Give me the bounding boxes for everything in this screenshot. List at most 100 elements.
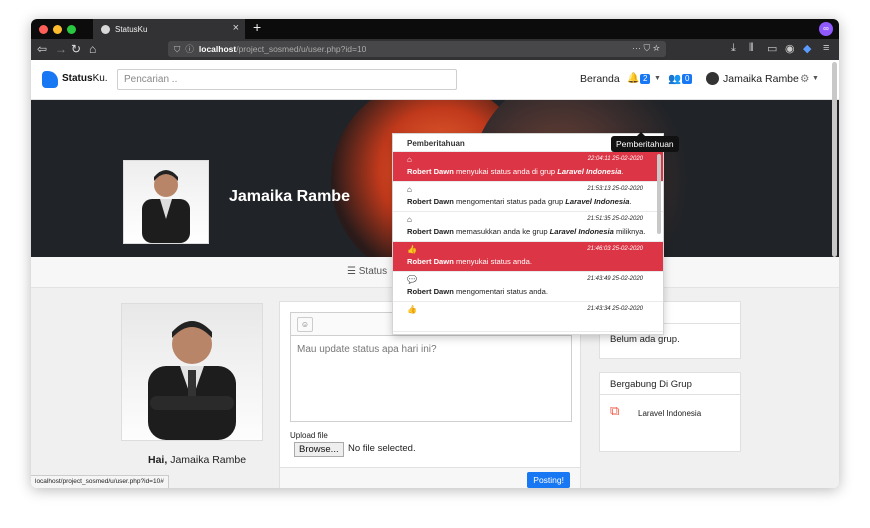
dropdown-scrollbar[interactable] xyxy=(657,154,661,234)
notification-time: 21:46:03 25-02-2020 xyxy=(587,246,643,252)
forward-icon[interactable]: → xyxy=(55,42,67,56)
notification-item[interactable]: 👍 21:46:03 25-02-2020 Robert Dawn menyukai… xyxy=(393,242,663,272)
downloads-icon[interactable]: ⤓ xyxy=(731,42,736,55)
group-list-item[interactable]: ⧉ Laravel Indonesia xyxy=(600,395,740,418)
notification-text: menyukai status anda di grup xyxy=(453,167,558,176)
tab-close-icon[interactable]: × xyxy=(233,22,239,34)
notification-item[interactable]: ⌂ 21:53:13 25-02-2020 Robert Dawn mengomen… xyxy=(393,182,663,212)
notification-message: Robert Dawn menyukai status anda di grup… xyxy=(407,167,624,176)
notification-actor: Robert Dawn xyxy=(407,257,454,266)
notification-message: Robert Dawn menyukai status anda. xyxy=(407,257,532,266)
notification-time: 21:43:34 25-02-2020 xyxy=(587,306,643,312)
friend-request-badge[interactable]: 0 xyxy=(682,74,693,84)
info-icon: ⓘ xyxy=(185,44,194,54)
file-status-text: No file selected. xyxy=(348,443,416,454)
home-icon[interactable]: ⌂ xyxy=(89,42,96,56)
notification-actor: Robert Dawn xyxy=(407,227,454,236)
notification-tail: . xyxy=(629,197,632,206)
status-placeholder: Mau update status apa hari ini? xyxy=(297,344,437,355)
tab-title: StatusKu xyxy=(115,24,148,34)
page-actions-icon[interactable]: ··· ⛉ ☆ xyxy=(632,43,660,54)
nav-beranda-link[interactable]: Beranda xyxy=(580,73,620,85)
account-icon[interactable]: ◉ xyxy=(785,42,795,55)
list-icon: ☰ xyxy=(347,266,359,277)
url-host: localhost xyxy=(198,44,237,54)
notification-group: Laravel Indonesia xyxy=(565,197,630,206)
browser-tab[interactable]: StatusKu × xyxy=(93,19,245,39)
notification-dropdown: Pemberitahuan ⌂ 22:04:11 25-02-2020 Robert… xyxy=(392,133,664,335)
minimize-window-icon[interactable] xyxy=(53,25,62,34)
tab-favicon-icon xyxy=(101,24,110,34)
greeting-text: Hai, Jamaika Rambe xyxy=(148,454,247,466)
profile-photo[interactable] xyxy=(121,303,263,441)
notification-text: menyukai status anda. xyxy=(453,257,532,266)
tab-status[interactable]: ☰ Status xyxy=(347,266,387,277)
notification-text: mengomentari status anda. xyxy=(453,287,548,296)
post-button[interactable]: Posting! xyxy=(527,472,570,488)
person-photo-icon xyxy=(142,170,190,243)
notification-group: Laravel Indonesia xyxy=(557,167,622,176)
notification-item[interactable]: ⌂ 22:04:11 25-02-2020 Robert Dawn menyukai… xyxy=(393,152,663,182)
url-path: /project_sosmed/u/user.php?id=10 xyxy=(236,44,367,54)
notification-list: ⌂ 22:04:11 25-02-2020 Robert Dawn menyukai… xyxy=(393,152,663,332)
private-browsing-icon: ∞ xyxy=(819,22,833,36)
new-tab-icon[interactable]: + xyxy=(253,19,261,35)
user-name-link[interactable]: Jamaika Rambe xyxy=(723,73,799,85)
browser-window: StatusKu × + ∞ ⇦ → ↻ ⌂ ⛉ ⓘ localhost /pr… xyxy=(31,19,839,488)
back-icon[interactable]: ⇦ xyxy=(37,42,47,56)
extension-icon[interactable]: ◆ xyxy=(803,42,811,55)
home-icon: ⌂ xyxy=(407,215,412,224)
bell-icon[interactable]: 🔔 xyxy=(627,73,639,84)
person-photo-icon xyxy=(148,321,236,440)
browser-nav-bar: ⇦ → ↻ ⌂ ⛉ ⓘ localhost /project_sosmed/u/… xyxy=(31,39,839,60)
comment-icon: 💬 xyxy=(407,275,417,284)
link-status-bar: localhost/project_sosmed/u/user.php?id=1… xyxy=(31,475,169,488)
home-icon: ⌂ xyxy=(407,185,412,194)
close-window-icon[interactable] xyxy=(39,25,48,34)
notification-message: Robert Dawn mengomentari status anda. xyxy=(407,287,548,296)
notification-time: 21:43:49 25-02-2020 xyxy=(587,276,643,282)
search-input[interactable] xyxy=(117,69,457,90)
notification-tail: . xyxy=(621,167,624,176)
library-icon[interactable]: ⫴ xyxy=(749,42,754,55)
notification-item[interactable]: 👍 21:43:34 25-02-2020 xyxy=(393,302,663,332)
notification-tail: miliknya. xyxy=(613,227,646,236)
notification-time: 21:51:35 25-02-2020 xyxy=(587,216,643,222)
composer-footer: Posting! xyxy=(280,467,580,488)
chevron-down-icon[interactable]: ▼ xyxy=(654,75,661,82)
thumbs-up-icon: 👍 xyxy=(407,305,417,314)
upload-file-label: Upload file xyxy=(290,431,328,440)
reload-icon[interactable]: ↻ xyxy=(71,42,81,56)
notification-item[interactable]: ⌂ 21:51:35 25-02-2020 Robert Dawn memasukk… xyxy=(393,212,663,242)
notification-text: mengomentari status pada grup xyxy=(453,197,566,206)
notification-message: Robert Dawn mengomentari status pada gru… xyxy=(407,197,632,206)
notification-actor: Robert Dawn xyxy=(407,167,454,176)
user-avatar[interactable] xyxy=(706,72,719,85)
notification-actor: Robert Dawn xyxy=(407,287,454,296)
friends-icon[interactable]: 👥 xyxy=(668,72,681,85)
statusku-logo-icon[interactable] xyxy=(42,71,58,88)
app-navbar: StatusKu. Beranda 🔔 2 ▼ 👥 0 Jamaika Ramb… xyxy=(31,60,839,100)
web-page: StatusKu. Beranda 🔔 2 ▼ 👥 0 Jamaika Ramb… xyxy=(31,60,839,488)
emoji-icon[interactable]: ☺ xyxy=(297,317,313,332)
sidebar-icon[interactable]: ▭ xyxy=(767,42,777,55)
page-scrollbar[interactable] xyxy=(832,62,837,257)
notification-actor: Robert Dawn xyxy=(407,197,454,206)
cover-profile-photo[interactable] xyxy=(123,160,209,244)
maximize-window-icon[interactable] xyxy=(67,25,76,34)
shield-icon: ⛉ xyxy=(174,43,181,54)
group-name-link[interactable]: Laravel Indonesia xyxy=(638,409,701,418)
notification-message: Robert Dawn memasukkan anda ke grup Lara… xyxy=(407,227,645,236)
notification-group: Laravel Indonesia xyxy=(549,227,614,236)
browse-button[interactable]: Browse... xyxy=(294,442,344,457)
notification-time: 21:53:13 25-02-2020 xyxy=(587,186,643,192)
app-logo-text[interactable]: StatusKu. xyxy=(62,73,108,84)
menu-icon[interactable]: ≡ xyxy=(823,42,829,54)
browser-tab-bar: StatusKu × + ∞ xyxy=(31,19,839,39)
settings-gear-icon[interactable]: ⚙ xyxy=(800,73,809,85)
notification-count-badge[interactable]: 2 xyxy=(640,74,651,84)
notification-item[interactable]: 💬 21:43:49 25-02-2020 Robert Dawn mengomen… xyxy=(393,272,663,302)
url-bar[interactable]: ⛉ ⓘ localhost /project_sosmed/u/user.php… xyxy=(168,41,666,57)
settings-chevron-icon[interactable]: ▼ xyxy=(812,75,819,82)
notification-tooltip: Pemberitahuan xyxy=(611,132,679,152)
